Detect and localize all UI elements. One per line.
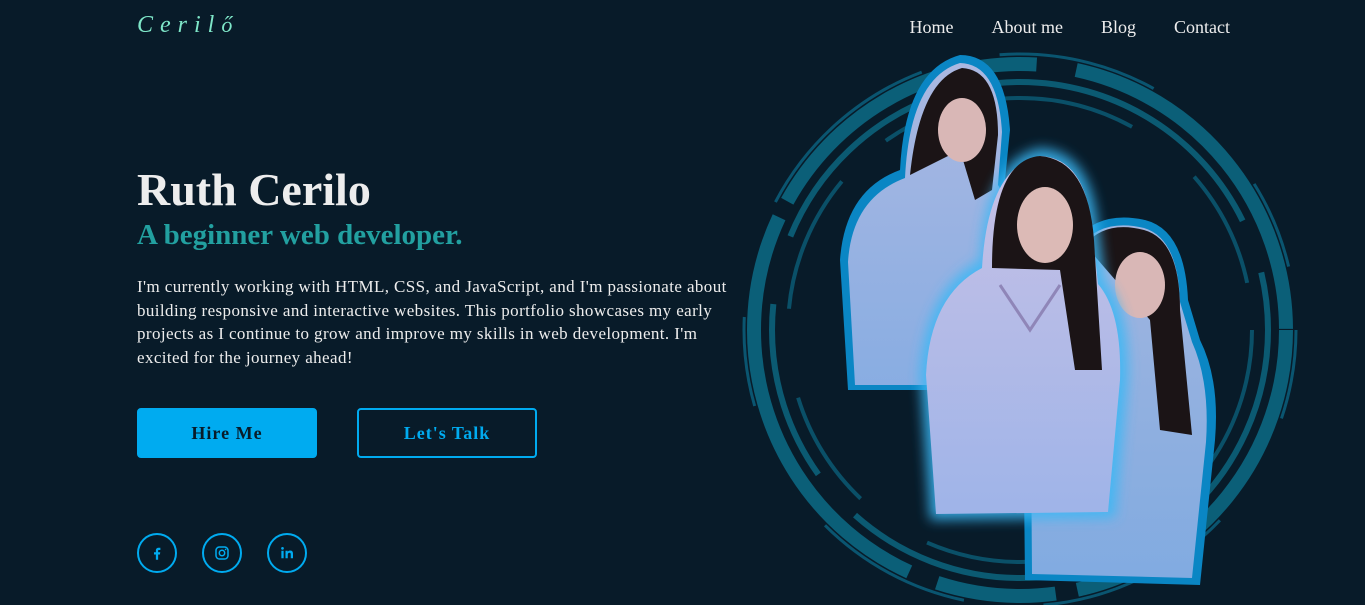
logo[interactable]: Cerilő bbox=[137, 12, 232, 39]
lets-talk-button[interactable]: Let's Talk bbox=[357, 408, 537, 458]
instagram-icon bbox=[215, 546, 229, 560]
nav-about[interactable]: About me bbox=[991, 17, 1063, 38]
linkedin-link[interactable] bbox=[267, 533, 307, 573]
hero-illustration bbox=[742, 52, 1298, 605]
linkedin-icon bbox=[281, 547, 293, 559]
portfolio-page: Cerilő Home About me Blog Contact Ruth C… bbox=[0, 0, 1365, 605]
instagram-link[interactable] bbox=[202, 533, 242, 573]
hero-description: I'm currently working with HTML, CSS, an… bbox=[137, 277, 727, 367]
main-nav: Home About me Blog Contact bbox=[909, 17, 1230, 38]
logo-mark: ő bbox=[221, 12, 233, 37]
hero-subtitle: A beginner web developer. bbox=[137, 219, 463, 251]
nav-blog[interactable]: Blog bbox=[1101, 17, 1136, 38]
nav-contact[interactable]: Contact bbox=[1174, 17, 1230, 38]
hire-me-button[interactable]: Hire Me bbox=[137, 408, 317, 458]
nav-home[interactable]: Home bbox=[909, 17, 953, 38]
hero-name: Ruth Cerilo bbox=[137, 164, 371, 215]
logo-text: Ceril bbox=[137, 12, 222, 38]
facebook-link[interactable] bbox=[137, 533, 177, 573]
facebook-icon bbox=[154, 547, 161, 560]
